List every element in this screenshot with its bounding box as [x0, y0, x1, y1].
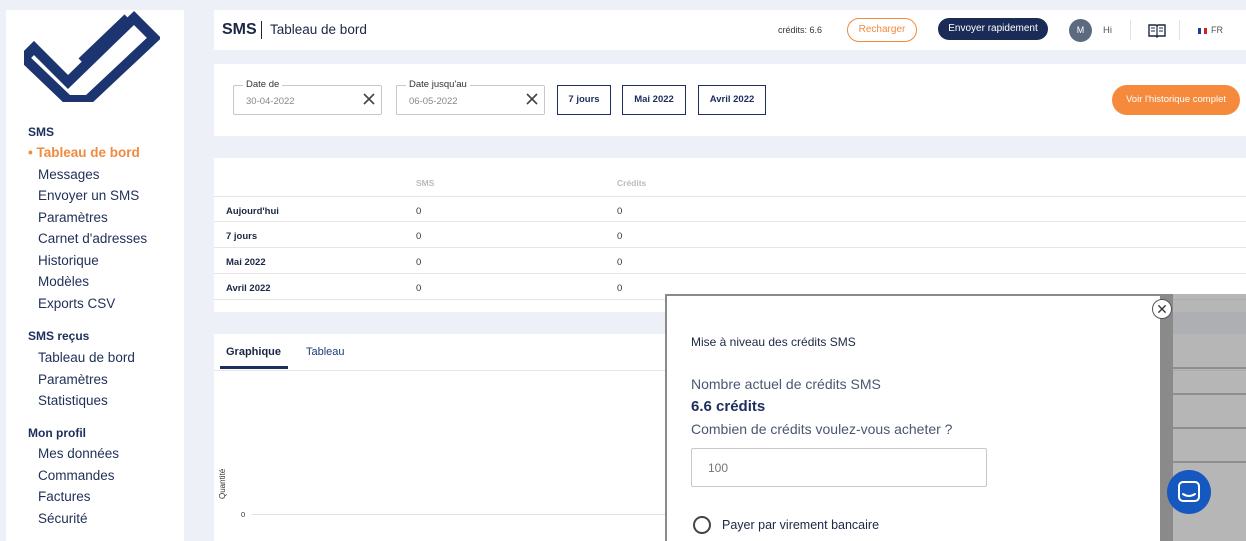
sidebar-item-statistics[interactable]: Statistiques — [38, 393, 108, 408]
chat-icon[interactable] — [1167, 470, 1211, 514]
table-row: Mai 2022 0 0 — [214, 248, 1246, 274]
page-title: Tableau de bord — [270, 22, 367, 37]
sidebar-item-dashboard[interactable]: • Tableau de bord — [28, 145, 140, 160]
header-divider — [1179, 20, 1180, 40]
sidebar-item-address-book[interactable]: Carnet d'adresses — [38, 231, 147, 246]
sidebar-section-sms: SMS — [28, 125, 55, 139]
row-credits-value: 0 — [617, 257, 623, 268]
header-divider — [1130, 20, 1131, 40]
row-label: Avril 2022 — [226, 283, 271, 294]
sidebar-item-messages[interactable]: Messages — [38, 167, 100, 182]
row-credits-value: 0 — [617, 206, 623, 217]
date-from-value: 30-04-2022 — [246, 96, 295, 107]
row-credits-value: 0 — [617, 231, 623, 242]
header-bar: SMS Tableau de bord crédits: 6.6 Recharg… — [214, 10, 1246, 50]
bank-transfer-radio[interactable] — [693, 516, 711, 534]
date-from-label: Date de — [243, 79, 283, 90]
book-icon[interactable] — [1148, 23, 1166, 38]
sidebar-item-templates[interactable]: Modèles — [38, 274, 89, 289]
modal-title: Mise à niveau des crédits SMS — [691, 335, 856, 349]
sidebar: SMS • Tableau de bord Messages Envoyer u… — [6, 10, 184, 541]
filter-card: Date de 30-04-2022 Date jusqu'au 06-05-2… — [214, 64, 1246, 136]
tab-table[interactable]: Tableau — [306, 346, 345, 358]
range-april-2022-button[interactable]: Avril 2022 — [698, 85, 766, 115]
avatar[interactable]: M — [1069, 19, 1092, 42]
sidebar-item-received-dashboard[interactable]: Tableau de bord — [38, 350, 135, 365]
sidebar-section-profile: Mon profil — [28, 426, 86, 440]
sidebar-item-invoices[interactable]: Factures — [38, 489, 91, 504]
active-tab-indicator — [220, 366, 288, 369]
sidebar-item-received-settings[interactable]: Paramètres — [38, 372, 108, 387]
full-history-button[interactable]: Voir l'historique complet — [1112, 85, 1240, 115]
tab-graph[interactable]: Graphique — [226, 346, 281, 358]
range-7-days-button[interactable]: 7 jours — [557, 85, 611, 115]
range-may-2022-button[interactable]: Mai 2022 — [622, 85, 686, 115]
credits-display: crédits: 6.6 — [778, 25, 823, 35]
column-header-credits: Crédits — [617, 178, 647, 188]
sidebar-item-security[interactable]: Sécurité — [38, 511, 88, 526]
credits-question: Combien de crédits voulez-vous acheter ? — [691, 421, 953, 437]
brand-separator — [261, 21, 262, 39]
brand-title: SMS — [222, 21, 257, 38]
column-header-sms: SMS — [416, 178, 435, 188]
logo-icon[interactable] — [24, 10, 160, 102]
language-label: FR — [1211, 25, 1223, 35]
close-icon[interactable] — [1152, 299, 1172, 319]
date-to-field[interactable]: Date jusqu'au 06-05-2022 — [396, 79, 545, 115]
recharge-button[interactable]: Recharger — [847, 18, 917, 42]
greeting-text: Hi — [1103, 25, 1112, 36]
row-sms-value: 0 — [416, 231, 422, 242]
send-quick-button[interactable]: Envoyer rapidement — [938, 18, 1048, 40]
sidebar-item-settings[interactable]: Paramètres — [38, 210, 108, 225]
y-axis-label: Quantité — [218, 468, 227, 499]
row-sms-value: 0 — [416, 283, 422, 294]
row-sms-value: 0 — [416, 206, 422, 217]
chart-gridline — [252, 514, 672, 515]
date-to-value: 06-05-2022 — [409, 96, 458, 107]
row-sms-value: 0 — [416, 257, 422, 268]
current-credits-value: 6.6 crédits — [691, 398, 766, 415]
date-from-field[interactable]: Date de 30-04-2022 — [233, 79, 382, 115]
sidebar-item-csv-exports[interactable]: Exports CSV — [38, 296, 115, 311]
y-tick-label: 0 — [241, 510, 246, 519]
summary-table: SMS Crédits Aujourd'hui 0 0 7 jours 0 0 … — [214, 158, 1246, 312]
flag-fr-icon — [1198, 27, 1207, 34]
language-selector[interactable]: FR — [1198, 25, 1223, 35]
row-label: Mai 2022 — [226, 257, 266, 268]
credits-amount-input[interactable] — [691, 448, 987, 487]
sidebar-item-history[interactable]: Historique — [38, 253, 99, 268]
table-row: 7 jours 0 0 — [214, 222, 1246, 248]
sidebar-item-my-data[interactable]: Mes données — [38, 446, 119, 461]
bank-transfer-label: Payer par virement bancaire — [722, 518, 880, 532]
date-to-label: Date jusqu'au — [406, 79, 470, 90]
upgrade-credits-modal: Mise à niveau des crédits SMS Nombre act… — [667, 296, 1160, 541]
table-row: Aujourd'hui 0 0 — [214, 196, 1246, 222]
sidebar-item-send-sms[interactable]: Envoyer un SMS — [38, 188, 139, 203]
sidebar-section-received: SMS reçus — [28, 329, 90, 343]
row-credits-value: 0 — [617, 283, 623, 294]
clear-date-from-icon[interactable] — [362, 92, 376, 106]
row-label: Aujourd'hui — [226, 206, 279, 217]
row-label: 7 jours — [226, 231, 258, 242]
sidebar-item-orders[interactable]: Commandes — [38, 468, 115, 483]
clear-date-to-icon[interactable] — [525, 92, 539, 106]
current-credits-label: Nombre actuel de crédits SMS — [691, 376, 881, 392]
